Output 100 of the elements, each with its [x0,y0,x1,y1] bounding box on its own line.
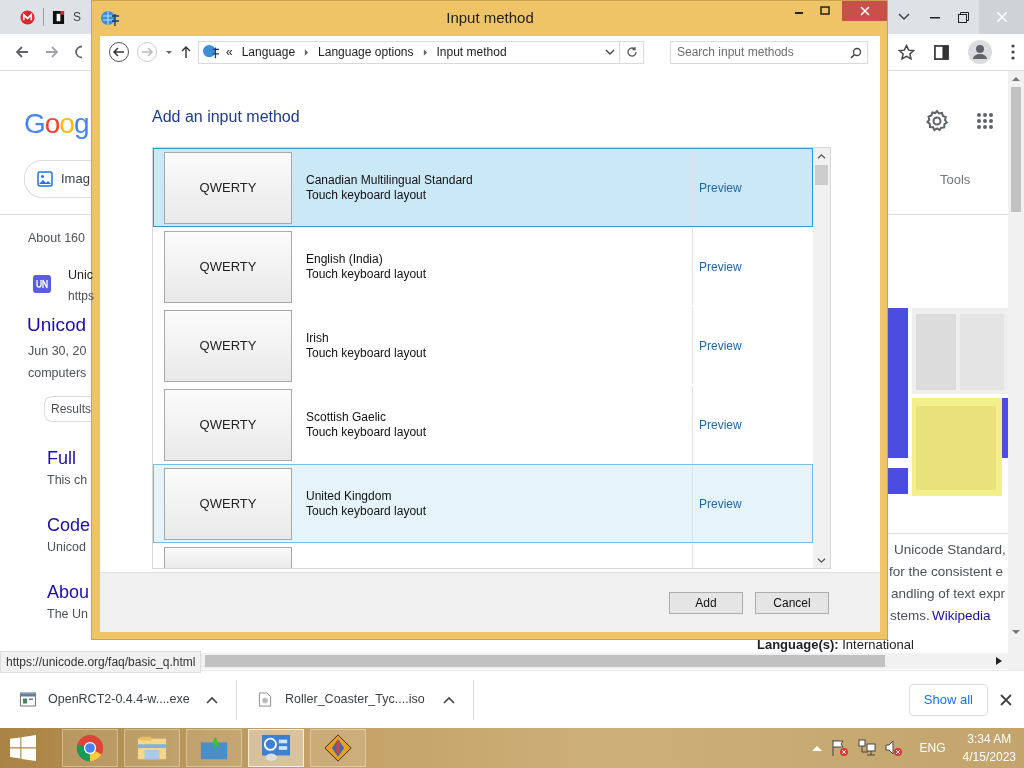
scroll-down-icon[interactable] [817,557,826,564]
sublink[interactable]: Code [47,512,91,539]
preview-link[interactable]: Preview [699,494,742,513]
breadcrumb-item[interactable]: Input method [433,43,510,61]
taskbar-app[interactable] [310,729,366,767]
layout-type: Touch keyboard layout [306,424,428,440]
close-icon [859,6,870,16]
layout-type: Touch keyboard layout [306,503,428,519]
dialog-button[interactable]: Cancel [755,591,829,614]
folder-icon [137,734,167,762]
start-button[interactable] [10,735,36,761]
refresh-button[interactable] [620,40,644,64]
site-favicon [33,275,51,293]
breadcrumb-item[interactable]: Language options [315,43,417,61]
breadcrumb-item[interactable]: Language [238,43,299,61]
speaker-icon[interactable] [884,739,903,757]
chevron-up-icon[interactable] [443,695,455,704]
close-icon [996,12,1007,22]
language-icon [100,9,120,28]
overflow-chevron[interactable]: « [226,43,233,61]
tab-favicon[interactable] [52,9,65,25]
preview-link[interactable]: Preview [699,415,742,434]
apps-icon[interactable] [976,112,994,130]
sublink[interactable]: Full [47,445,76,472]
browser-icon [75,734,105,762]
snippet-text: Jun 30, 20 [28,343,87,360]
scroll-right-icon[interactable] [996,657,1002,665]
result-title[interactable]: Unicod [27,311,87,340]
dialog-button[interactable]: Add [669,591,743,614]
download-arrow-icon [199,734,229,762]
back-icon[interactable] [14,44,30,60]
tools-button[interactable]: Tools [940,170,971,190]
keyboard-tile: QWERTY [164,467,292,540]
layout-name: Irish [306,330,330,346]
search-field[interactable]: Search input methods [670,40,868,64]
wikipedia-link[interactable]: Wikipedia [932,606,991,627]
settings-icon[interactable] [925,109,949,133]
scroll-thumb[interactable] [815,165,828,185]
back-button[interactable] [108,41,130,63]
show-all-button[interactable]: Show all [908,683,988,716]
panel-text: stems. [890,607,930,625]
keyboard-tile: QWERTY [164,309,292,382]
scroll-thumb[interactable] [1011,87,1021,212]
side-panel-icon[interactable] [933,44,949,60]
keyboard-tile: QWERTY [164,151,292,224]
taskbar-app[interactable] [248,729,304,767]
close-icon[interactable] [1000,693,1012,706]
keyboard-tile: QWERTY [164,230,292,303]
scroll-up-icon[interactable] [817,153,826,160]
list-row[interactable]: QWERTY Scottish Gaelic Touch keyboard layout Preview [153,385,813,464]
taskbar-app[interactable] [62,729,118,767]
list-row[interactable]: QWERTY Irish Touch keyboard layout Preview [153,306,813,385]
google-logo: Goog [24,107,89,141]
layout-type: Touch keyboard layout [306,266,428,282]
horizontal-scrollbar[interactable] [200,653,1008,669]
flag-icon[interactable] [830,739,849,757]
section-heading: Add an input method [152,107,301,127]
scroll-up-icon[interactable] [1012,76,1020,82]
bookmark-star-icon[interactable] [897,43,915,61]
panel-text: Unicode Standard, [894,541,1006,559]
restore-icon[interactable] [958,11,969,23]
menu-icon[interactable] [1010,44,1015,60]
profile-avatar[interactable] [967,40,992,64]
tab-title[interactable]: S [73,8,81,26]
list-row[interactable]: QWERTY United Kingdom Touch keyboard layout Preview [153,464,813,543]
info-text: Language(s): International [757,636,914,654]
preview-link[interactable]: Preview [699,257,742,276]
download-item[interactable]: Roller_Coaster_Tyc....iso [285,690,425,709]
address-bar[interactable]: « Language Language options Input method [198,40,620,64]
layout-type: Touch keyboard layout [306,187,428,203]
keyboard-tile: QWERTY [164,388,292,461]
panel-text: for the consistent e [889,563,1004,581]
maximize-icon[interactable] [820,6,830,16]
preview-link[interactable]: Preview [699,178,742,197]
chevron-up-icon[interactable] [206,695,218,704]
control-panel-icon [261,734,291,762]
tab-search-icon[interactable] [898,13,910,21]
up-button[interactable] [180,45,192,59]
file-icon [20,692,36,707]
separator-icon [304,48,310,56]
preview-link[interactable]: Preview [699,336,742,355]
panel-text: andling of text expr [891,585,1006,603]
download-item[interactable]: OpenRCT2-0.4.4-w....exe [48,690,190,709]
image-icon [37,171,53,187]
sublink[interactable]: Abou [47,579,90,606]
file-icon [257,692,273,707]
reload-icon[interactable] [74,44,82,60]
network-icon[interactable] [857,739,876,757]
list-row[interactable]: QWERTY Canadian Multilingual Standard Touch keyboard layout Preview [153,148,813,227]
search-icon[interactable] [850,46,862,59]
scroll-thumb[interactable] [205,655,885,667]
sublink-text: Unicod [47,539,86,556]
scroll-down-icon[interactable] [1012,629,1020,635]
separator-icon [422,48,428,56]
dropdown-icon[interactable] [605,48,615,56]
game-icon [323,734,353,762]
scrollbar[interactable] [1008,71,1024,640]
close-button[interactable] [842,1,887,21]
list-row[interactable]: QWERTY English (India) Touch keyboard layout Preview [153,227,813,306]
scrollbar[interactable] [813,148,830,568]
